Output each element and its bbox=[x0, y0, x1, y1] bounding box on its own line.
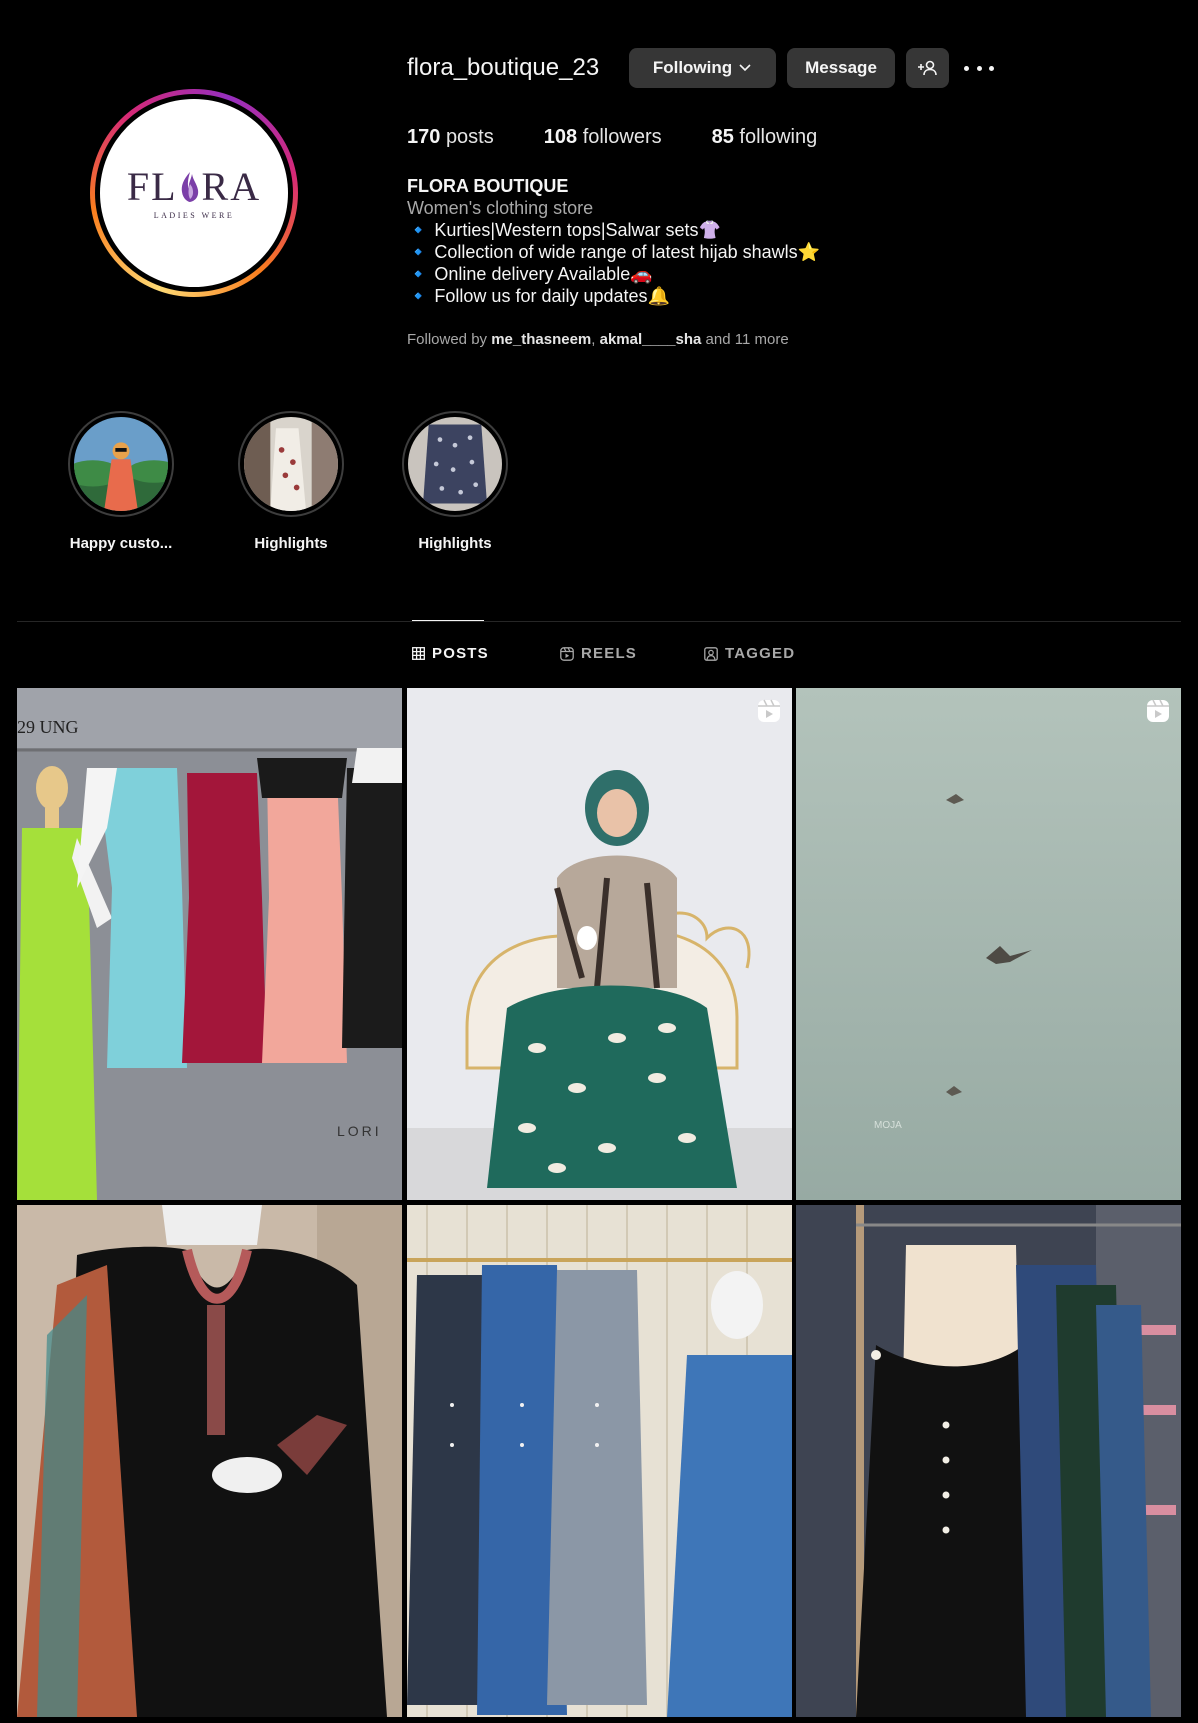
following-button-label: Following bbox=[652, 58, 733, 77]
bio-name: FLORA BOUTIQUE bbox=[407, 176, 569, 196]
highlight-label: Highlights bbox=[418, 535, 492, 552]
post-image bbox=[407, 1205, 792, 1717]
add-user-button[interactable] bbox=[906, 48, 949, 88]
post-thumbnail[interactable] bbox=[407, 1205, 792, 1717]
post-thumbnail[interactable] bbox=[407, 688, 792, 1200]
highlight-item[interactable]: Highlights bbox=[236, 411, 346, 552]
post-overlay-text: 29 UNG bbox=[17, 717, 79, 737]
post-brand-text: LORI bbox=[337, 1123, 382, 1139]
brand-tagline: LADIES WERE bbox=[153, 210, 235, 220]
bio-line: 🔹 Online delivery Available🚗 bbox=[407, 264, 653, 284]
add-user-icon bbox=[917, 60, 937, 76]
post-thumbnail[interactable] bbox=[17, 1205, 402, 1717]
profile-avatar-ring[interactable]: FL RA LADIES WERE bbox=[90, 89, 298, 297]
active-tab-indicator bbox=[412, 620, 484, 621]
tabs-divider bbox=[17, 621, 1181, 622]
highlight-label: Happy custo... bbox=[69, 535, 173, 552]
post-thumbnail[interactable] bbox=[796, 1205, 1181, 1717]
reels-icon bbox=[560, 646, 574, 661]
post-image bbox=[17, 1205, 402, 1717]
post-thumbnail[interactable]: MOJA bbox=[796, 688, 1181, 1200]
tagged-icon bbox=[704, 646, 718, 661]
reel-icon bbox=[758, 699, 780, 722]
tab-tagged[interactable]: TAGGED bbox=[704, 645, 795, 662]
post-watermark: MOJA bbox=[874, 1120, 902, 1131]
followed-by-user[interactable]: akmal____sha bbox=[600, 331, 702, 348]
post-image: MOJA bbox=[796, 688, 1181, 1200]
highlight-label: Highlights bbox=[254, 535, 328, 552]
profile-bio: FLORA BOUTIQUE Women's clothing store 🔹 … bbox=[407, 175, 820, 307]
profile-stats: 170 posts 108 followers 85 following bbox=[407, 126, 867, 149]
bio-line: 🔹 Kurties|Western tops|Salwar sets👚 bbox=[407, 220, 721, 240]
brand-logo: FL RA bbox=[126, 163, 262, 209]
bio-line: 🔹 Follow us for daily updates🔔 bbox=[407, 286, 670, 306]
following-button[interactable]: Following bbox=[629, 48, 776, 88]
bio-line: 🔹 Collection of wide range of latest hij… bbox=[407, 242, 821, 262]
grid-icon bbox=[412, 647, 425, 660]
chevron-down-icon bbox=[739, 64, 751, 72]
highlight-item[interactable]: Happy custo... bbox=[66, 411, 176, 552]
message-button[interactable]: Message bbox=[787, 48, 895, 88]
post-image: 29 UNG LORI bbox=[17, 688, 402, 1200]
post-image bbox=[796, 1205, 1181, 1717]
posts-stat: 170 posts bbox=[407, 126, 494, 148]
profile-avatar: FL RA LADIES WERE bbox=[100, 99, 288, 287]
highlight-cover bbox=[74, 417, 168, 511]
followed-by-user[interactable]: me_thasneem bbox=[491, 331, 591, 348]
tab-reels[interactable]: REELS bbox=[560, 645, 637, 662]
profile-username: flora_boutique_23 bbox=[407, 54, 600, 81]
bio-category: Women's clothing store bbox=[407, 198, 594, 218]
reel-icon bbox=[1147, 699, 1169, 722]
highlight-cover bbox=[408, 417, 502, 511]
highlight-cover bbox=[244, 417, 338, 511]
more-options-icon[interactable] bbox=[964, 58, 994, 78]
post-image bbox=[407, 688, 792, 1200]
message-button-label: Message bbox=[805, 58, 877, 77]
flame-logo-icon bbox=[181, 171, 198, 202]
followers-stat[interactable]: 108 followers bbox=[544, 126, 662, 149]
following-stat[interactable]: 85 following bbox=[712, 126, 818, 149]
post-thumbnail[interactable]: 29 UNG LORI bbox=[17, 688, 402, 1200]
tab-posts[interactable]: POSTS bbox=[412, 645, 489, 662]
highlight-item[interactable]: Highlights bbox=[400, 411, 510, 552]
followed-by[interactable]: Followed by me_thasneem, akmal____sha an… bbox=[407, 331, 789, 348]
